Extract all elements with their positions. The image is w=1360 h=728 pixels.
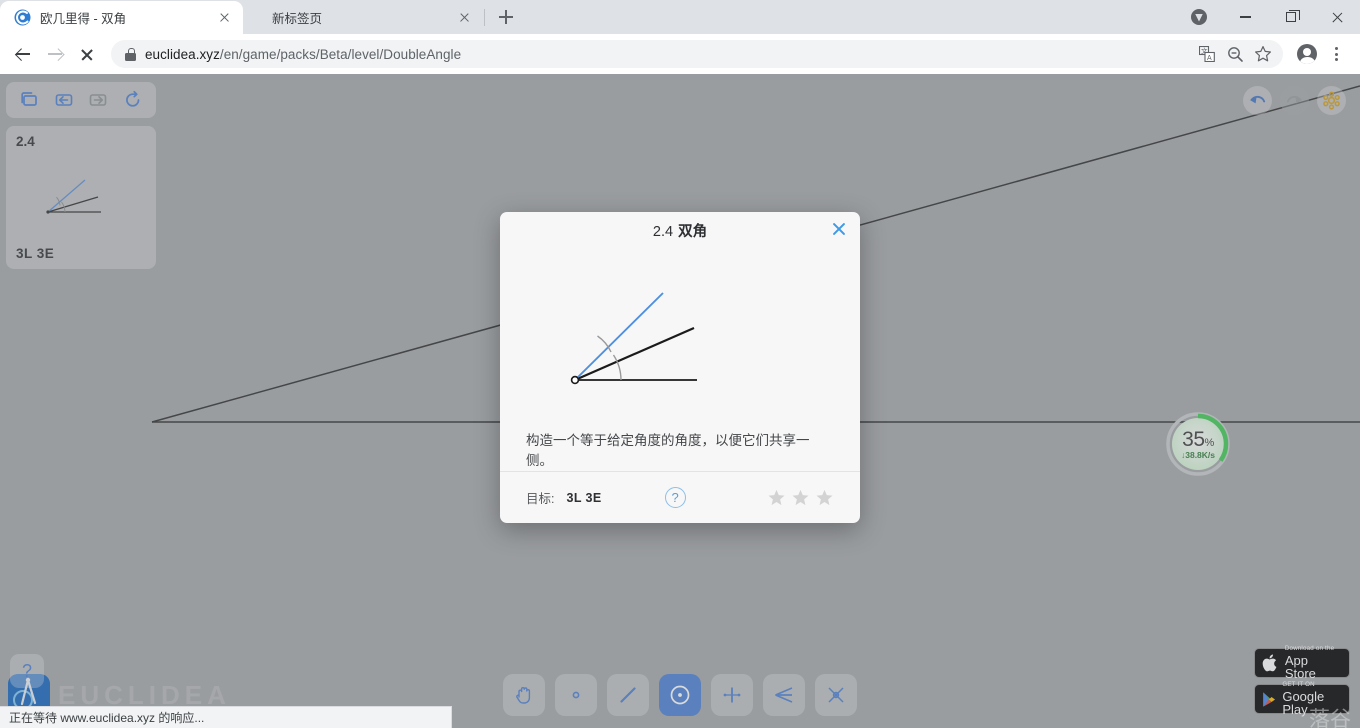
goal-value: 3L 3E xyxy=(566,490,602,505)
kebab-menu-icon xyxy=(1335,45,1339,63)
lock-icon[interactable] xyxy=(125,48,136,61)
dialog-title: 2.4 双角 xyxy=(653,220,707,241)
url-path: /en/game/packs/Beta/level/DoubleAngle xyxy=(219,46,462,62)
close-window-button[interactable] xyxy=(1314,0,1360,34)
dialog-figure xyxy=(500,250,860,431)
euclidea-logo-icon xyxy=(14,9,31,26)
profile-button[interactable] xyxy=(1292,39,1322,69)
translate-button[interactable]: 文 A xyxy=(1193,40,1221,68)
dialog-title-number: 2.4 xyxy=(652,224,674,241)
zoom-out-icon xyxy=(1227,46,1243,62)
toolbar-right-group xyxy=(1292,39,1352,69)
profile-avatar-icon xyxy=(1297,44,1317,64)
url-text: euclidea.xyz/en/game/packs/Beta/level/Do… xyxy=(145,47,461,62)
tab-separator xyxy=(484,8,485,26)
dialog-footer: 目标: 3L 3E ? xyxy=(500,471,860,523)
translate-icon: 文 A xyxy=(1199,46,1215,62)
angle-construction-diagram xyxy=(570,292,697,385)
browser-tab-active[interactable]: 欧几里得 - 双角 xyxy=(0,1,243,34)
back-button[interactable] xyxy=(8,39,38,69)
url-host: euclidea.xyz xyxy=(145,46,220,62)
arrow-left-icon xyxy=(15,46,31,62)
status-bar-text: 正在等待 www.euclidea.xyz 的响应... xyxy=(9,711,205,725)
level-info-dialog: 2.4 双角 构造一个等于给定角度的角度，以便它们共享一侧。 目标: 3L 3E… xyxy=(500,212,860,523)
dialog-header: 2.4 双角 xyxy=(500,212,860,250)
star-outline-icon xyxy=(1255,46,1271,62)
maximize-button[interactable] xyxy=(1268,0,1314,34)
status-bar: 正在等待 www.euclidea.xyz 的响应... xyxy=(0,706,452,728)
browser-toolbar: euclidea.xyz/en/game/packs/Beta/level/Do… xyxy=(0,34,1360,74)
minimize-icon xyxy=(1239,16,1251,18)
svg-text:A: A xyxy=(1207,55,1212,62)
arrow-right-icon xyxy=(47,46,63,62)
shield-badge-icon xyxy=(1191,9,1207,25)
maximize-icon xyxy=(1286,9,1300,22)
tab-title: 欧几里得 - 双角 xyxy=(40,12,127,26)
tab-close-icon[interactable] xyxy=(455,9,473,27)
forward-button[interactable] xyxy=(40,39,70,69)
star-icon-2 xyxy=(792,490,809,506)
browser-tab-newtab[interactable]: 新标签页 xyxy=(243,1,483,34)
dialog-title-name: 双角 xyxy=(678,224,708,241)
close-icon xyxy=(1331,11,1344,24)
stop-loading-button[interactable] xyxy=(72,39,102,69)
tab-close-icon[interactable] xyxy=(215,9,233,27)
euclidea-app-canvas[interactable]: 2.4 3L 3E 35% ↓38.8K/s ? EUCLIDEA Downlo… xyxy=(0,74,1360,728)
star-rating xyxy=(767,488,834,507)
stop-icon xyxy=(80,47,94,61)
address-bar[interactable]: euclidea.xyz/en/game/packs/Beta/level/Do… xyxy=(111,40,1283,68)
star-icon-1 xyxy=(768,490,785,506)
goal-label: 目标: xyxy=(526,492,555,507)
tab-title: 新标签页 xyxy=(272,12,323,26)
minimize-button[interactable] xyxy=(1222,0,1268,34)
omnibox-actions: 文 A xyxy=(1193,40,1277,68)
extension-badge-button[interactable] xyxy=(1176,0,1222,34)
question-mark-icon[interactable]: ? xyxy=(664,487,686,509)
new-tab-button[interactable] xyxy=(492,3,520,31)
window-controls xyxy=(1176,0,1360,34)
tab-strip: 欧几里得 - 双角 新标签页 xyxy=(0,0,1360,34)
browser-menu-button[interactable] xyxy=(1322,39,1352,69)
star-icon-3 xyxy=(816,490,833,506)
bookmark-button[interactable] xyxy=(1249,40,1277,68)
zoom-out-button[interactable] xyxy=(1221,40,1249,68)
browser-window: 欧几里得 - 双角 新标签页 euclidea.xyz/en/game/pack… xyxy=(0,0,1360,728)
dialog-description: 构造一个等于给定角度的角度，以便它们共享一侧。 xyxy=(526,432,810,469)
dialog-close-button[interactable] xyxy=(828,218,850,240)
